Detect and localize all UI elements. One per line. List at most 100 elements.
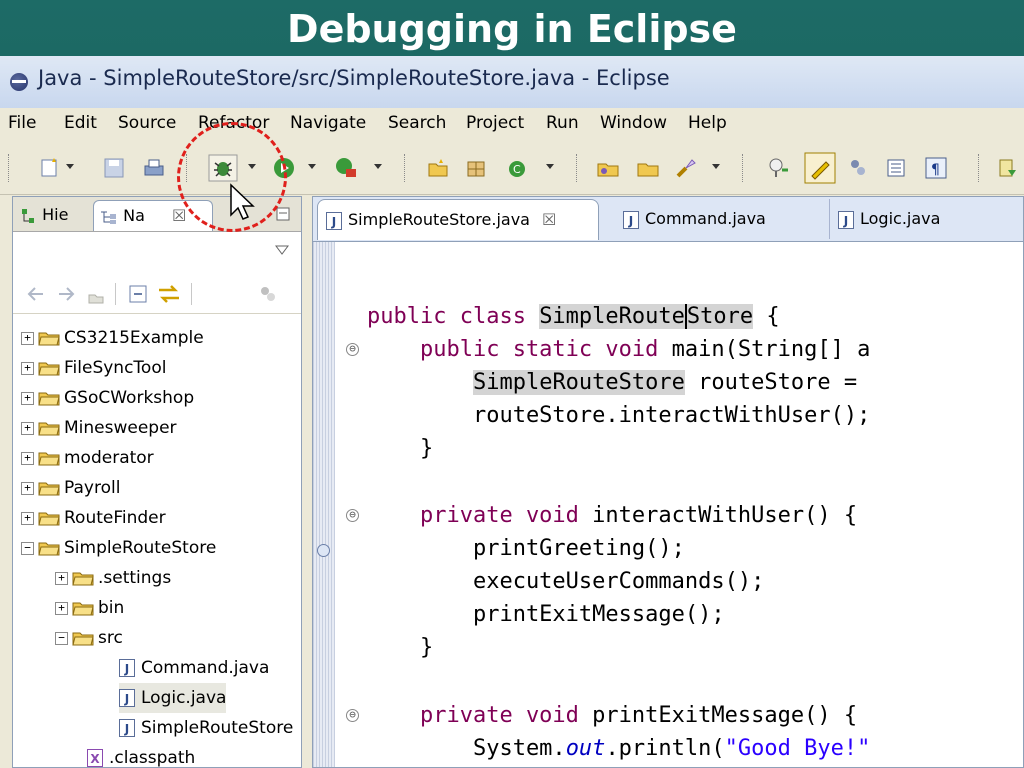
tree-label: FileSyncTool xyxy=(64,358,167,378)
tree-project-minesweeper[interactable]: + Minesweeper xyxy=(21,413,177,443)
code-class-name: SimpleRouteStore xyxy=(472,370,685,395)
print-icon[interactable] xyxy=(142,156,166,180)
expand-icon[interactable]: + xyxy=(21,511,34,525)
view-menu-icon[interactable] xyxy=(275,245,289,255)
external-tool-dropdown-icon[interactable] xyxy=(374,164,382,169)
tab-hierarchy[interactable]: Hie xyxy=(21,200,68,230)
toolbar-separator xyxy=(8,154,11,182)
window-title: Java - SimpleRouteStore/src/SimpleRouteS… xyxy=(38,66,670,90)
close-tab-icon[interactable]: ☒ xyxy=(542,210,556,229)
menu-navigate[interactable]: Navigate xyxy=(290,113,366,133)
expand-icon[interactable]: + xyxy=(21,361,34,375)
tree-label: .classpath xyxy=(109,748,196,768)
toolbar-separator xyxy=(742,154,745,182)
folder-icon xyxy=(72,632,94,646)
java-file-icon: J xyxy=(119,719,135,737)
forward-icon[interactable] xyxy=(55,283,77,305)
tree-label: src xyxy=(98,628,123,648)
breakpoint-marker-icon[interactable] xyxy=(317,544,330,557)
toolbar-separator xyxy=(978,154,981,182)
main-toolbar: C ¶ xyxy=(0,142,1024,195)
tree-folder-src[interactable]: − src xyxy=(55,623,123,653)
menu-bar: File Edit Source Refactor Navigate Searc… xyxy=(0,108,1024,142)
new-file-icon[interactable] xyxy=(38,156,62,180)
mouse-pointer-icon xyxy=(230,183,255,220)
tree-project-moderator[interactable]: + moderator xyxy=(21,443,154,473)
menu-file[interactable]: File xyxy=(8,113,36,133)
tree-file-classpath[interactable]: X .classpath xyxy=(87,743,195,768)
show-whitespace-icon[interactable] xyxy=(846,156,870,180)
menu-edit[interactable]: Edit xyxy=(64,113,97,133)
expand-icon[interactable]: + xyxy=(55,601,68,615)
fold-icon[interactable]: ⊖ xyxy=(346,509,359,522)
minimize-icon[interactable] xyxy=(275,206,291,222)
menu-project[interactable]: Project xyxy=(466,113,524,133)
menu-search[interactable]: Search xyxy=(388,113,446,133)
expand-icon[interactable]: + xyxy=(55,571,68,585)
new-class-icon[interactable]: C xyxy=(506,156,530,180)
open-resource-icon[interactable] xyxy=(636,156,660,180)
tree-project-filesynctool[interactable]: + FileSyncTool xyxy=(21,353,166,383)
tree-project-cs3215example[interactable]: + CS3215Example xyxy=(21,323,204,353)
svg-text:¶: ¶ xyxy=(931,162,940,178)
tree-project-simpleroutestore[interactable]: − SimpleRouteStore xyxy=(21,533,216,563)
tab-command-java[interactable]: J Command.java xyxy=(615,199,803,239)
expand-icon[interactable]: + xyxy=(21,391,34,405)
code-line-4: routeStore.interactWithUser(); xyxy=(367,403,871,428)
tree-label: RouteFinder xyxy=(64,508,166,528)
expand-icon[interactable]: + xyxy=(21,331,34,345)
code-text: main(String[] a xyxy=(671,337,871,362)
collapse-icon[interactable]: − xyxy=(21,541,34,555)
search-icon[interactable] xyxy=(674,156,698,180)
hierarchy-icon xyxy=(22,208,34,223)
collapse-icon[interactable]: − xyxy=(55,631,68,645)
search-dropdown-icon[interactable] xyxy=(712,164,720,169)
tree-label: GSoCWorkshop xyxy=(64,388,195,408)
menu-help[interactable]: Help xyxy=(688,113,727,133)
back-icon[interactable] xyxy=(25,283,47,305)
tab-label: Command.java xyxy=(645,209,766,228)
expand-icon[interactable]: + xyxy=(21,451,34,465)
tree-project-routefinder[interactable]: + RouteFinder xyxy=(21,503,166,533)
mark-occurrences-icon[interactable] xyxy=(804,152,836,184)
expand-icon[interactable]: + xyxy=(21,421,34,435)
menu-window[interactable]: Window xyxy=(600,113,667,133)
tree-project-payroll[interactable]: + Payroll xyxy=(21,473,120,503)
run-external-tool-icon[interactable] xyxy=(334,156,358,180)
collapse-all-icon[interactable] xyxy=(127,283,149,305)
code-line-8: executeUserCommands(); xyxy=(367,569,765,594)
tab-simpleroutestore-java[interactable]: J SimpleRouteStore.java ☒ xyxy=(317,199,599,240)
tree-file-simpleroutestore[interactable]: J SimpleRouteStore xyxy=(119,713,293,743)
code-keyword: public class xyxy=(367,304,540,329)
menu-run[interactable]: Run xyxy=(546,113,579,133)
fold-icon[interactable]: ⊖ xyxy=(346,709,359,722)
tree-file-logic-java[interactable]: J Logic.java xyxy=(119,683,227,713)
paragraph-icon[interactable]: ¶ xyxy=(924,156,948,180)
new-package-icon[interactable] xyxy=(464,156,488,180)
close-tab-icon[interactable]: ☒ xyxy=(172,206,186,225)
java-file-icon: J xyxy=(119,659,135,677)
tree-project-gsocworkshop[interactable]: + GSoCWorkshop xyxy=(21,383,194,413)
menu-source[interactable]: Source xyxy=(118,113,176,133)
new-dropdown-icon[interactable] xyxy=(66,164,74,169)
run-dropdown-icon[interactable] xyxy=(308,164,316,169)
tree-folder-settings[interactable]: + .settings xyxy=(55,563,171,593)
navigator-toolbar xyxy=(13,275,301,314)
link-with-editor-icon[interactable] xyxy=(157,283,181,305)
fold-icon[interactable]: ⊖ xyxy=(346,343,359,356)
toggle-breadcrumb-icon[interactable] xyxy=(766,156,790,180)
expand-icon[interactable]: + xyxy=(21,481,34,495)
tree-file-command-java[interactable]: J Command.java xyxy=(119,653,269,683)
filter-icon[interactable] xyxy=(257,283,279,305)
code-line-7: printGreeting(); xyxy=(367,536,685,561)
folder-icon xyxy=(72,572,94,586)
next-annotation-icon[interactable] xyxy=(996,156,1020,180)
block-selection-icon[interactable] xyxy=(884,156,908,180)
tab-logic-java[interactable]: J Logic.java xyxy=(829,199,1008,239)
open-type-icon[interactable] xyxy=(596,156,620,180)
save-icon[interactable] xyxy=(102,156,126,180)
new-java-project-icon[interactable] xyxy=(426,156,450,180)
new-class-dropdown-icon[interactable] xyxy=(546,164,554,169)
up-icon[interactable] xyxy=(85,283,107,305)
tree-folder-bin[interactable]: + bin xyxy=(55,593,124,623)
